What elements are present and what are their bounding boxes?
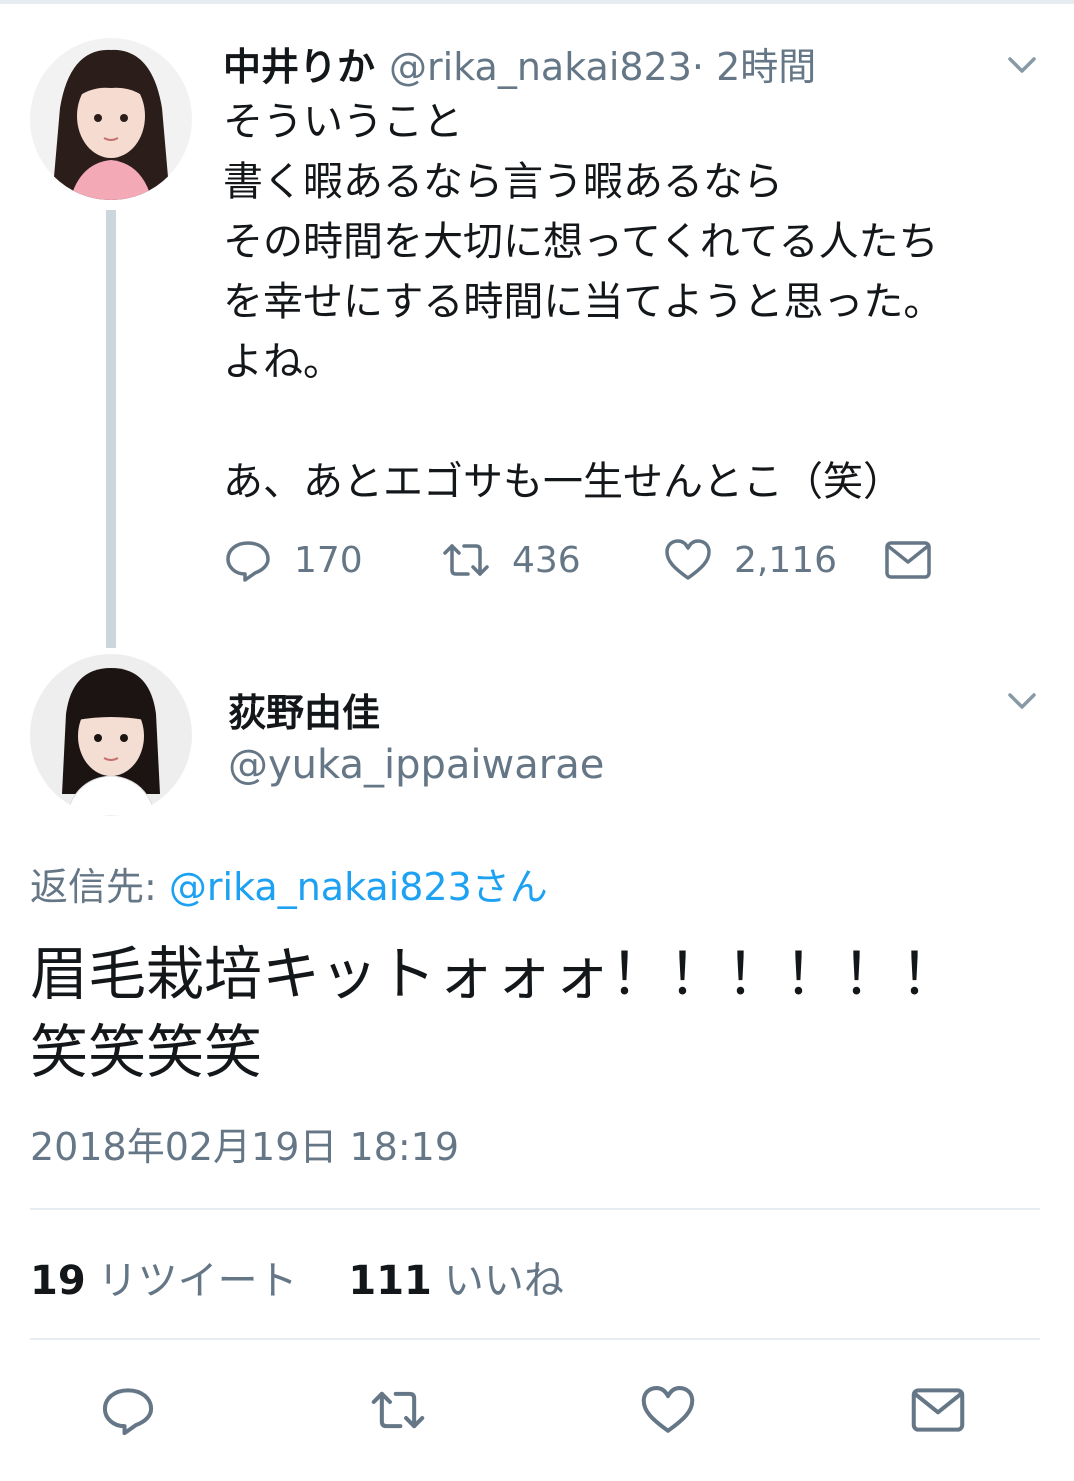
- like-label[interactable]: いいね: [444, 1258, 564, 1304]
- tweet-text-line: を幸せにする時間に当てようと思った。: [223, 279, 944, 325]
- tweet-text-line: よね。: [223, 339, 343, 385]
- reply-count: 170: [294, 539, 363, 581]
- reply-to-prefix: 返信先:: [30, 865, 169, 909]
- like-button[interactable]: 2,116: [662, 532, 837, 588]
- author-name[interactable]: 中井りか: [223, 36, 375, 91]
- retweet-count: 436: [512, 539, 581, 581]
- retweet-total[interactable]: 19: [30, 1258, 86, 1304]
- like-total[interactable]: 111: [348, 1258, 432, 1304]
- engagement-stats: 19 リツイート 111 いいね: [30, 1248, 564, 1306]
- reply-button[interactable]: [98, 1380, 158, 1440]
- like-count: 2,116: [734, 539, 838, 581]
- tweet-text-line: [223, 392, 1043, 452]
- tweet-text-line: 眉毛栽培キットォォォ！！！！！！: [30, 940, 959, 1008]
- dm-button[interactable]: [908, 1380, 968, 1440]
- retweet-icon: [443, 544, 489, 576]
- author-avatar[interactable]: [30, 38, 192, 200]
- tweet-text-line: 笑笑笑笑: [30, 1018, 263, 1086]
- parent-tweet-header: 中井りか @rika_nakai823 · 2時間: [223, 36, 816, 89]
- tweet-text-line: 書く暇あるなら言う暇あるなら: [223, 159, 783, 205]
- retweet-icon: [371, 1391, 425, 1429]
- dm-icon: [885, 541, 931, 579]
- author-handle[interactable]: @rika_nakai823: [389, 45, 692, 89]
- like-icon: [641, 1386, 695, 1433]
- reply-to-link[interactable]: @rika_nakai823さん: [169, 865, 548, 909]
- parent-tweet-actions: 170 436 2,116: [222, 532, 982, 588]
- divider: [30, 1208, 1040, 1210]
- chevron-down-icon[interactable]: [1002, 680, 1042, 720]
- reply-button[interactable]: 170: [222, 532, 363, 588]
- reply-author-avatar[interactable]: [30, 654, 192, 816]
- tweet-timestamp: 2018年02月19日 18:19: [30, 1125, 460, 1169]
- retweet-button[interactable]: [368, 1380, 428, 1440]
- like-button[interactable]: [638, 1380, 698, 1440]
- thread-line: [106, 210, 116, 648]
- tweet-time: · 2時間: [691, 45, 817, 89]
- tweet-text-line: そういうこと: [223, 99, 463, 145]
- reply-to-line: 返信先: @rika_nakai823さん: [30, 856, 548, 911]
- reply-tweet-text: 眉毛栽培キットォォォ！！！！！！ 笑笑笑笑: [30, 935, 1060, 1091]
- dm-icon: [911, 1388, 965, 1432]
- tweet-text-line: その時間を大切に想ってくれてる人たち: [223, 219, 939, 265]
- retweet-button[interactable]: 436: [440, 532, 581, 588]
- tweet-text-line: あ、あとエゴサも一生せんとこ（笑）: [223, 459, 903, 505]
- top-divider: [0, 0, 1074, 4]
- reply-icon: [226, 541, 270, 582]
- reply-tweet-actions: [0, 1380, 1074, 1446]
- divider: [30, 1338, 1040, 1340]
- reply-author-name[interactable]: 荻野由佳: [228, 682, 380, 737]
- reply-author-handle[interactable]: @yuka_ippaiwarae: [228, 742, 604, 788]
- reply-icon: [102, 1388, 154, 1436]
- chevron-down-icon[interactable]: [1002, 44, 1042, 84]
- like-icon: [665, 539, 711, 580]
- retweet-label[interactable]: リツイート: [98, 1258, 298, 1304]
- dm-button[interactable]: [882, 532, 934, 588]
- parent-tweet-text: そういうこと 書く暇あるなら言う暇あるなら その時間を大切に想ってくれてる人たち…: [223, 92, 1043, 512]
